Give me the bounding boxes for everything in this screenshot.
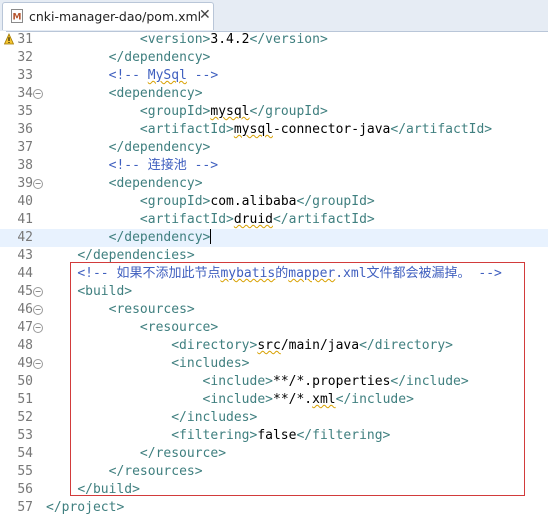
line-number: 44 (17, 266, 33, 281)
line-number: 56 (17, 482, 33, 497)
xml-source-editor[interactable]: 31 <version>3.4.2</version> 32 </dependen… (0, 31, 548, 517)
code-line[interactable]: 37 </dependency> (0, 139, 548, 157)
code-line[interactable]: 36 <artifactId>mysql-connector-java</art… (0, 121, 548, 139)
line-number: 55 (17, 464, 33, 479)
code-line[interactable]: 42 </dependency> (0, 229, 548, 247)
text-caret (210, 229, 212, 244)
line-number: 51 (17, 392, 33, 407)
tab-pom-xml[interactable]: M cnki-manager-dao/pom.xml ✕ (2, 2, 214, 30)
line-number: 57 (17, 500, 33, 515)
svg-text:M: M (13, 13, 22, 23)
code-text: </dependency> (108, 140, 211, 155)
fold-toggle-icon[interactable]: − (33, 287, 43, 297)
line-number: 47 (17, 320, 33, 335)
line-number: 45 (17, 284, 33, 299)
code-line[interactable]: 38 <!-- 连接池 --> (0, 157, 548, 175)
code-line[interactable]: 35 <groupId>mysql</groupId> (0, 103, 548, 121)
code-text: </dependency> (108, 50, 211, 65)
line-number: 37 (17, 140, 33, 155)
code-line[interactable]: 39− <dependency> (0, 175, 548, 193)
line-number: 53 (17, 428, 33, 443)
line-number: 39 (17, 176, 33, 191)
fold-toggle-icon[interactable]: − (33, 323, 43, 333)
code-text: <groupId>com.alibaba</groupId> (139, 194, 375, 209)
code-line[interactable]: 57 </project> (0, 499, 548, 517)
line-number: 43 (17, 248, 33, 263)
code-text: <artifactId>druid</artifactId> (139, 212, 375, 227)
code-text: <dependency> (108, 86, 203, 101)
line-number: 33 (17, 68, 33, 83)
code-text: </project> (46, 500, 125, 515)
code-text: <dependency> (108, 176, 203, 191)
code-line[interactable]: 31 <version>3.4.2</version> (0, 31, 548, 49)
code-text: <!-- MySql --> (108, 68, 219, 83)
line-number: 41 (17, 212, 33, 227)
maven-file-icon: M (11, 9, 23, 23)
code-text: <!-- 连接池 --> (108, 158, 219, 173)
line-number: 35 (17, 104, 33, 119)
line-number: 52 (17, 410, 33, 425)
code-text: <artifactId>mysql-connector-java</artifa… (139, 122, 493, 137)
fold-toggle-icon[interactable]: − (33, 359, 43, 369)
line-number: 31 (17, 32, 33, 47)
code-text: </dependency> (108, 229, 212, 245)
fold-toggle-icon[interactable]: − (33, 89, 43, 99)
line-number: 32 (17, 50, 33, 65)
tab-title: cnki-manager-dao/pom.xml (29, 9, 202, 24)
line-number: 50 (17, 374, 33, 389)
line-number: 42 (17, 230, 33, 245)
code-text: <version>3.4.2</version> (139, 32, 328, 47)
code-line[interactable]: 34− <dependency> (0, 85, 548, 103)
code-line[interactable]: 41 <artifactId>druid</artifactId> (0, 211, 548, 229)
fold-toggle-icon[interactable]: − (33, 179, 43, 189)
code-line[interactable]: 33 <!-- MySql --> (0, 67, 548, 85)
line-number: 38 (17, 158, 33, 173)
fold-toggle-icon[interactable]: − (33, 305, 43, 315)
code-line[interactable]: 32 </dependency> (0, 49, 548, 67)
code-text: <groupId>mysql</groupId> (139, 104, 328, 119)
line-number: 46 (17, 302, 33, 317)
editor-tab-bar: M cnki-manager-dao/pom.xml ✕ (0, 0, 548, 32)
line-number: 34 (17, 86, 33, 101)
line-number: 36 (17, 122, 33, 137)
line-number: 40 (17, 194, 33, 209)
line-number: 54 (17, 446, 33, 461)
close-icon[interactable]: ✕ (199, 8, 211, 22)
code-line[interactable]: 40 <groupId>com.alibaba</groupId> (0, 193, 548, 211)
line-number: 48 (17, 338, 33, 353)
annotation-highlight-box (70, 262, 525, 496)
line-number: 49 (17, 356, 33, 371)
